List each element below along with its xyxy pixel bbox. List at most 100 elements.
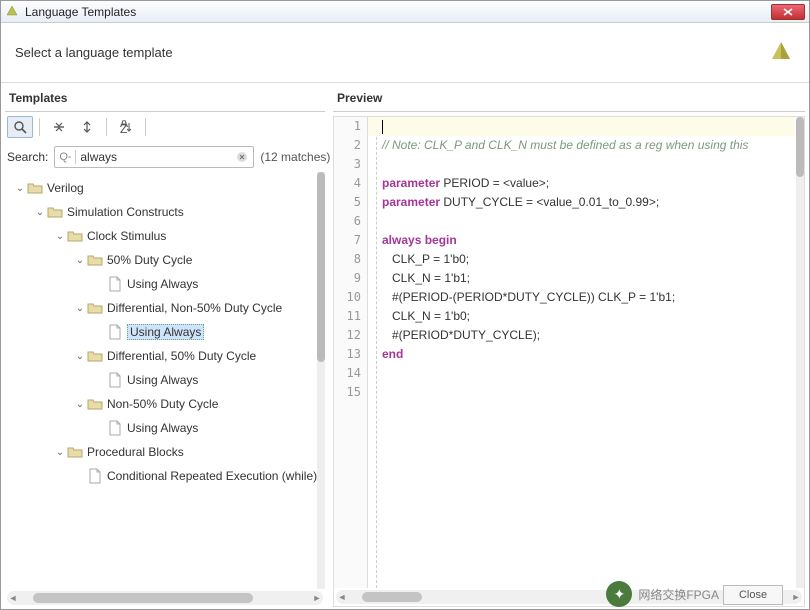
chevron-down-icon[interactable]: ⌄ [73,351,87,362]
tree-folder[interactable]: ⌄ 50% Duty Cycle [5,248,325,272]
window-title: Language Templates [25,5,771,19]
code-line[interactable]: CLK_N = 1'b0; [368,307,794,326]
tree-hscrollbar[interactable]: ◄ ► [7,591,323,605]
folder-icon [67,444,83,460]
watermark: ✦ 网络交换FPGA [606,581,719,607]
code-line[interactable]: #(PERIOD-(PERIOD*DUTY_CYCLE)) CLK_P = 1'… [368,288,794,307]
chevron-down-icon[interactable]: ⌄ [13,183,27,194]
code-line[interactable]: always begin [368,231,794,250]
code-line[interactable]: // Note: CLK_P and CLK_N must be defined… [368,136,794,155]
code-line[interactable]: #(PERIOD*DUTY_CYCLE); [368,326,794,345]
folder-icon [47,204,63,220]
tree-folder[interactable]: ⌄ Procedural Blocks [5,440,325,464]
code-token: // Note: CLK_P and CLK_N must be defined… [382,138,748,152]
code-token: #(PERIOD*DUTY_CYCLE); [382,328,540,342]
tree-item-label: Procedural Blocks [87,445,184,459]
code-token: DUTY_CYCLE = <value_0.01_to_0.99>; [440,195,659,209]
tree-file[interactable]: Using Always [5,368,325,392]
preview-title: Preview [333,83,805,112]
line-number: 6 [334,212,367,231]
search-separator [75,150,76,164]
tree-item-label: Non-50% Duty Cycle [107,397,218,411]
chevron-down-icon[interactable]: ⌄ [53,447,67,458]
tree-file[interactable]: Conditional Repeated Execution (while) [5,464,325,488]
templates-tree[interactable]: ⌄Verilog⌄Simulation Constructs⌄Clock Sti… [5,172,325,589]
line-number: 2 [334,136,367,155]
line-number: 12 [334,326,367,345]
toolbar-divider [106,118,107,136]
sort-button[interactable]: AZ [113,116,139,138]
code-line[interactable]: parameter DUTY_CYCLE = <value_0.01_to_0.… [368,193,794,212]
tree-folder[interactable]: ⌄ Differential, 50% Duty Cycle [5,344,325,368]
line-number: 4 [334,174,367,193]
tree-item-label: Simulation Constructs [67,205,184,219]
chevron-down-icon[interactable]: ⌄ [53,231,67,242]
search-box[interactable]: Q- [54,146,254,168]
code-token: PERIOD = <value>; [440,176,549,190]
search-input[interactable] [80,150,235,164]
line-number: 13 [334,345,367,364]
file-icon [107,276,123,292]
code-line[interactable] [368,364,794,383]
code-token: CLK_N = 1'b1; [382,271,470,285]
line-gutter: 123456789101112131415 [334,117,368,588]
collapse-all-button[interactable] [46,116,72,138]
line-number: 8 [334,250,367,269]
tree-file[interactable]: Using Always [5,320,325,344]
tree-file[interactable]: Using Always [5,272,325,296]
code-vscrollbar[interactable] [796,117,804,588]
close-button[interactable]: Close [723,585,783,605]
code-line[interactable] [368,212,794,231]
code-line[interactable]: CLK_N = 1'b1; [368,269,794,288]
main-panes: Templates AZ Search: Q- [1,83,809,607]
templates-toolbar: AZ [5,112,325,142]
search-label: Search: [7,150,48,164]
tree-item-label: 50% Duty Cycle [107,253,192,267]
code-line[interactable] [368,383,794,402]
scroll-right-icon[interactable]: ► [311,593,323,603]
tree-item-label: Using Always [127,373,198,387]
code-token: parameter [382,176,440,190]
subheader-text: Select a language template [15,45,173,60]
tree-item-label: Clock Stimulus [87,229,166,243]
chevron-down-icon[interactable]: ⌄ [73,303,87,314]
chevron-down-icon[interactable]: ⌄ [73,399,87,410]
watermark-text: 网络交换FPGA [638,586,719,603]
code-editor[interactable]: 123456789101112131415 // Note: CLK_P and… [333,116,805,607]
tree-folder[interactable]: ⌄ Non-50% Duty Cycle [5,392,325,416]
tree-file[interactable]: Using Always [5,416,325,440]
app-icon [5,5,19,19]
expand-all-button[interactable] [74,116,100,138]
code-line[interactable] [368,117,794,136]
search-toggle-button[interactable] [7,116,33,138]
code-line[interactable] [368,155,794,174]
line-number: 5 [334,193,367,212]
folder-icon [67,228,83,244]
scroll-right-icon[interactable]: ► [790,592,802,602]
code-token: CLK_N = 1'b0; [382,309,470,323]
tree-folder[interactable]: ⌄ Simulation Constructs [5,200,325,224]
templates-title: Templates [5,83,325,112]
code-token: CLK_P = 1'b0; [382,252,469,266]
code-line[interactable]: end [368,345,794,364]
chevron-down-icon[interactable]: ⌄ [33,207,47,218]
tree-item-label: Differential, 50% Duty Cycle [107,349,256,363]
tree-folder[interactable]: ⌄Verilog [5,176,325,200]
code-line[interactable]: parameter PERIOD = <value>; [368,174,794,193]
line-number: 7 [334,231,367,250]
tree-folder[interactable]: ⌄Differential, Non-50% Duty Cycle [5,296,325,320]
scroll-left-icon[interactable]: ◄ [7,593,19,603]
tree-vscrollbar[interactable] [317,172,325,589]
line-number: 9 [334,269,367,288]
window-close-button[interactable] [771,4,805,20]
file-icon [107,324,123,340]
tree-folder[interactable]: ⌄ Clock Stimulus [5,224,325,248]
code-line[interactable]: CLK_P = 1'b0; [368,250,794,269]
folder-icon [87,348,103,364]
folder-icon [87,252,103,268]
code-area[interactable]: // Note: CLK_P and CLK_N must be defined… [368,117,794,588]
scroll-left-icon[interactable]: ◄ [336,592,348,602]
chevron-down-icon[interactable]: ⌄ [73,255,87,266]
search-clear-icon[interactable] [235,150,249,164]
search-matches: (12 matches) [260,150,330,164]
